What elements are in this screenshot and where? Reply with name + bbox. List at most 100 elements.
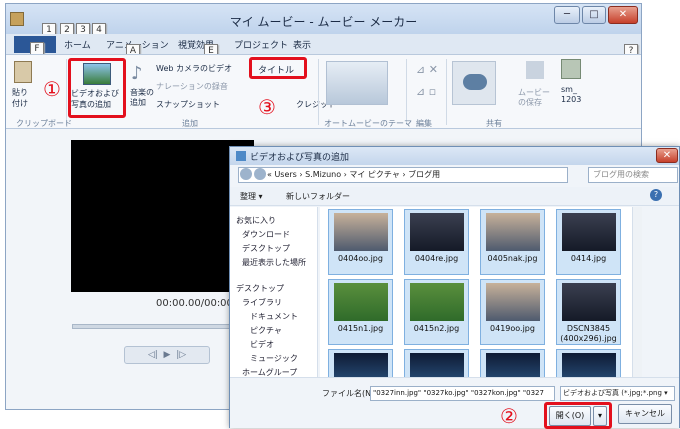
dialog-app-icon — [236, 151, 246, 161]
scrollbar[interactable] — [632, 207, 642, 377]
photo-thumbnail — [486, 353, 540, 377]
photo-thumbnail — [410, 283, 464, 321]
file-tile[interactable]: DSCN3845 (400x296).jpg — [556, 279, 621, 345]
tab-home[interactable]: ホーム — [64, 38, 91, 51]
cancel-button[interactable]: キャンセル — [618, 404, 672, 424]
nav-pictures[interactable]: ピクチャ — [250, 325, 282, 336]
file-tile[interactable] — [556, 349, 621, 377]
ribbon: 貼り付け ① ビデオおよび 写真の追加 ♪ 音楽の 追加 Web カメラのビデオ… — [6, 54, 641, 129]
clipboard-icon — [14, 61, 32, 83]
address-bar[interactable]: « Users › S.Mizuno › マイ ピクチャ › ブログ用 — [238, 167, 568, 183]
dialog-title-bar: ビデオおよび写真の追加 ✕ — [230, 147, 679, 165]
prev-frame-button[interactable]: ◁| — [148, 350, 158, 360]
open-button[interactable]: 開く(O) — [549, 406, 591, 426]
forward-icon[interactable] — [254, 168, 266, 180]
video-preview — [71, 140, 254, 292]
snapshot-button[interactable]: スナップショット — [156, 99, 220, 110]
add-media-dialog: ビデオおよび写真の追加 ✕ « Users › S.Mizuno › マイ ピク… — [229, 146, 680, 429]
skydrive-share-button[interactable] — [452, 61, 496, 105]
close-button[interactable]: ✕ — [608, 6, 638, 24]
edit-icons[interactable]: ⊿ ✕ — [416, 63, 438, 76]
add-media-label-2: 写真の追加 — [71, 100, 111, 109]
nav-videos[interactable]: ビデオ — [250, 339, 274, 350]
tab-view[interactable]: 表示 — [293, 38, 311, 51]
file-name: 0414.jpg — [570, 254, 607, 263]
file-tile[interactable]: 0414.jpg — [556, 209, 621, 275]
file-tile[interactable]: 0415n1.jpg — [328, 279, 393, 345]
file-tile[interactable]: 0404re.jpg — [404, 209, 469, 275]
next-frame-button[interactable]: |▷ — [176, 350, 186, 360]
nav-downloads[interactable]: ダウンロード — [242, 229, 290, 240]
file-tile[interactable]: 0419oo.jpg — [480, 279, 545, 345]
open-highlight: 開く(O) ▾ — [544, 402, 612, 429]
play-button[interactable]: ▶ — [164, 350, 171, 360]
narration-button[interactable]: ナレーションの録音 — [156, 81, 228, 92]
divider — [318, 59, 319, 125]
file-tile[interactable]: 0404oo.jpg — [328, 209, 393, 275]
nav-desktop[interactable]: デスクトップ — [242, 243, 290, 254]
file-tile[interactable] — [328, 349, 393, 377]
open-dropdown-button[interactable]: ▾ — [593, 406, 607, 426]
photo-thumbnail — [334, 213, 388, 251]
account-label-1[interactable]: sm_ — [561, 85, 577, 94]
file-tile[interactable]: 0405nak.jpg — [480, 209, 545, 275]
annotation-2: ② — [500, 404, 518, 428]
add-media-button[interactable]: ビデオおよび 写真の追加 — [68, 58, 126, 118]
new-folder-button[interactable]: 新しいフォルダー — [286, 191, 350, 202]
dialog-footer: ファイル名(N): "0327inn.jpg" "0327ko.jpg" "03… — [230, 377, 679, 429]
save-movie-label-2[interactable]: の保存 — [518, 97, 542, 108]
organize-button[interactable]: 整理 ▾ — [240, 191, 263, 202]
tab-project[interactable]: プロジェクト — [234, 38, 288, 51]
title-bar: 1 2 3 4 マイ ムービー - ムービー メーカー ─ □ ✕ — [6, 4, 641, 38]
filename-label: ファイル名(N): — [322, 389, 377, 398]
file-type-select[interactable]: ビデオおよび写真 (*.jpg;*.png ▾ — [560, 386, 675, 401]
help-icon[interactable]: ? — [650, 189, 662, 201]
file-tile[interactable]: 0415n2.jpg — [404, 279, 469, 345]
group-clipboard: クリップボード — [16, 119, 72, 128]
file-name: 0405nak.jpg — [487, 254, 538, 263]
playback-controls[interactable]: ◁| ▶ |▷ — [124, 346, 210, 364]
file-name: 0419oo.jpg — [490, 324, 535, 333]
webcam-button[interactable]: Web カメラのビデオ — [156, 63, 232, 74]
photo-thumbnail — [562, 283, 616, 321]
paste-button[interactable]: 貼り付け — [12, 87, 34, 109]
title-button[interactable]: タイトル — [249, 57, 307, 79]
group-edit: 編集 — [416, 119, 432, 128]
rotate-icons[interactable]: ⊿ ▫ — [416, 85, 436, 98]
nav-music[interactable]: ミュージック — [250, 353, 298, 364]
filename-input[interactable]: "0327inn.jpg" "0327ko.jpg" "0327kon.jpg"… — [370, 386, 555, 401]
nav-desktop-root[interactable]: デスクトップ — [236, 283, 284, 294]
file-tile[interactable] — [404, 349, 469, 377]
annotation-1: ① — [43, 77, 61, 101]
add-media-label-1: ビデオおよび — [71, 89, 119, 98]
music-icon: ♪ — [131, 63, 143, 84]
account-label-2[interactable]: 1203 — [561, 95, 581, 104]
group-themes: オートムービーのテーマ — [324, 119, 412, 128]
title-label: タイトル — [258, 66, 295, 76]
photo-thumbnail — [562, 213, 616, 251]
nav-favorites[interactable]: お気に入り — [236, 215, 276, 226]
group-add: 追加 — [182, 119, 198, 128]
maximize-button[interactable]: □ — [582, 6, 606, 24]
back-icon[interactable] — [240, 168, 252, 180]
file-list: 0404oo.jpg 0404re.jpg 0405nak.jpg 0414.jpg 0… — [320, 207, 632, 377]
navigation-pane: お気に入り ダウンロード デスクトップ 最近表示した場所 デスクトップ ライブラ… — [230, 207, 318, 377]
divider — [66, 59, 67, 125]
annotation-3: ③ — [258, 95, 276, 119]
nav-recent[interactable]: 最近表示した場所 — [242, 257, 312, 268]
dialog-toolbar: 整理 ▾ 新しいフォルダー ? — [230, 187, 679, 206]
file-tile[interactable] — [480, 349, 545, 377]
file-name: 0415n1.jpg — [337, 324, 384, 333]
minimize-button[interactable]: ─ — [554, 6, 580, 24]
add-music-label-2[interactable]: 追加 — [130, 97, 146, 108]
dialog-close-button[interactable]: ✕ — [656, 148, 678, 163]
nav-libraries[interactable]: ライブラリ — [242, 297, 282, 308]
nav-documents[interactable]: ドキュメント — [250, 311, 298, 322]
theme-gallery[interactable] — [326, 61, 388, 105]
photo-icon — [83, 63, 111, 85]
cloud-icon — [463, 74, 487, 90]
seek-bar[interactable] — [72, 324, 250, 329]
file-name: 0415n2.jpg — [413, 324, 460, 333]
photo-thumbnail — [410, 353, 464, 377]
search-input[interactable]: ブログ用の検索 — [588, 167, 678, 183]
